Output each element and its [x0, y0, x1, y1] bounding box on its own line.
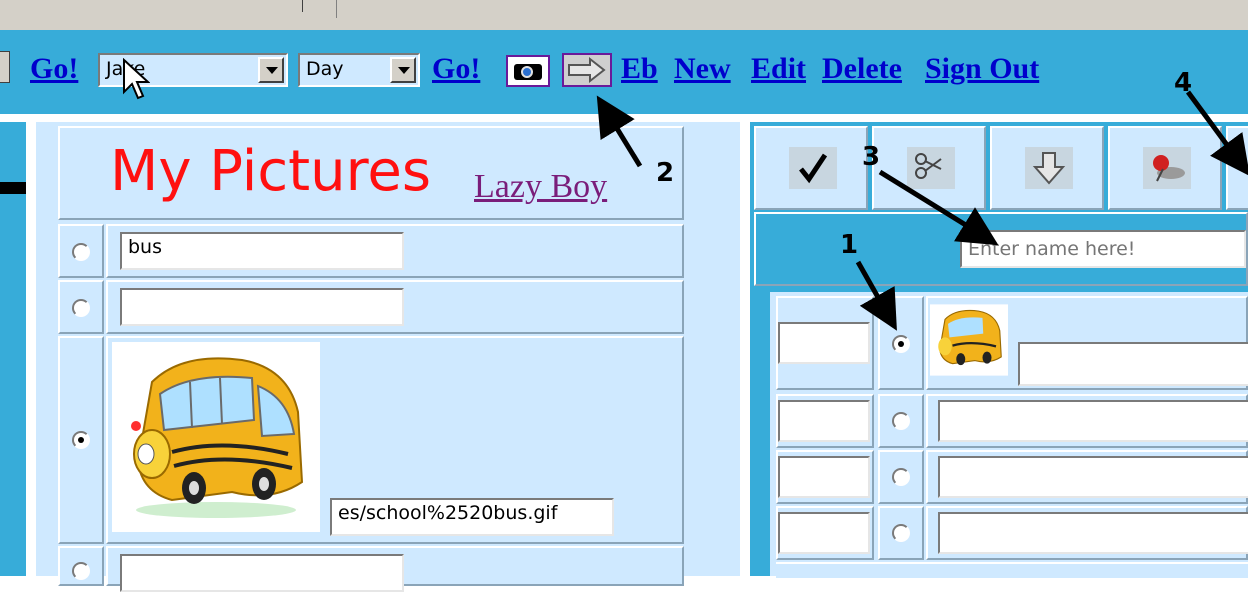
- caption-field[interactable]: [1018, 342, 1248, 386]
- go-button[interactable]: Go!: [30, 54, 78, 84]
- divider: [302, 0, 303, 12]
- page-title: My Pictures: [110, 139, 432, 204]
- scroll-button[interactable]: [0, 51, 10, 83]
- name-field[interactable]: [120, 288, 404, 326]
- check-icon-bg: [789, 147, 837, 189]
- image-path-field[interactable]: es/school%2520bus.gif: [330, 498, 614, 536]
- more-button[interactable]: [1226, 126, 1248, 210]
- forward-button[interactable]: [562, 53, 612, 87]
- chevron-down-icon[interactable]: [390, 57, 416, 83]
- window-top-strip: [0, 0, 1248, 31]
- mouse-cursor-icon: [123, 58, 150, 100]
- row-radio[interactable]: [72, 299, 90, 317]
- name-field[interactable]: [120, 554, 404, 592]
- camera-lens: [521, 66, 533, 78]
- school-bus-image: [112, 342, 320, 532]
- scissors-icon: [915, 153, 942, 179]
- down-arrow-icon: [1032, 152, 1066, 185]
- right-arrow-icon: [568, 56, 606, 84]
- caption-field[interactable]: [938, 512, 1248, 554]
- move-down-button[interactable]: [990, 126, 1104, 210]
- pushpin-icon-bg: [1143, 147, 1191, 189]
- edit-link[interactable]: Edit: [751, 54, 806, 84]
- row-radio[interactable]: [72, 562, 90, 580]
- row-radio-selected[interactable]: [72, 431, 90, 449]
- name-field[interactable]: bus: [120, 232, 404, 270]
- order-field[interactable]: [778, 456, 870, 498]
- check-icon: [799, 153, 828, 184]
- callout-4: 4: [1174, 68, 1193, 98]
- period-select[interactable]: Day: [298, 53, 420, 87]
- sign-out-link[interactable]: Sign Out: [925, 54, 1039, 84]
- row-radio[interactable]: [892, 468, 910, 486]
- eb-link[interactable]: Eb: [621, 54, 658, 84]
- row-radio[interactable]: [892, 412, 910, 430]
- order-field[interactable]: [778, 322, 870, 364]
- row-radio[interactable]: [72, 243, 90, 261]
- spacer: [26, 122, 36, 576]
- enter-name-input[interactable]: [960, 230, 1246, 268]
- spacer: [0, 114, 740, 122]
- left-nav-marker: [0, 182, 26, 194]
- caption-field[interactable]: [938, 456, 1248, 498]
- period-select-value: Day: [306, 58, 344, 80]
- row-radio-selected[interactable]: [892, 335, 910, 353]
- row-radio[interactable]: [892, 524, 910, 542]
- pushpin-icon: [1153, 155, 1185, 182]
- cut-button[interactable]: [872, 126, 986, 210]
- lazy-boy-link[interactable]: Lazy Boy: [474, 170, 607, 204]
- divider: [336, 0, 337, 18]
- school-bus-thumbnail: [930, 304, 1008, 376]
- callout-3: 3: [862, 142, 881, 172]
- scissors-icon-bg: [907, 147, 955, 189]
- callout-2: 2: [656, 158, 675, 188]
- order-field[interactable]: [778, 400, 870, 442]
- check-button[interactable]: [754, 126, 868, 210]
- chevron-down-icon[interactable]: [258, 57, 284, 83]
- delete-link[interactable]: Delete: [822, 54, 902, 84]
- camera-button[interactable]: [506, 55, 550, 87]
- pictures-header: My Pictures Lazy Boy: [58, 126, 684, 220]
- caption-field[interactable]: [938, 400, 1248, 442]
- callout-1: 1: [840, 230, 859, 260]
- order-field[interactable]: [778, 512, 870, 554]
- new-link[interactable]: New: [674, 54, 731, 84]
- go-button-2[interactable]: Go!: [432, 54, 480, 84]
- down-arrow-icon-bg: [1025, 147, 1073, 189]
- pin-button[interactable]: [1108, 126, 1222, 210]
